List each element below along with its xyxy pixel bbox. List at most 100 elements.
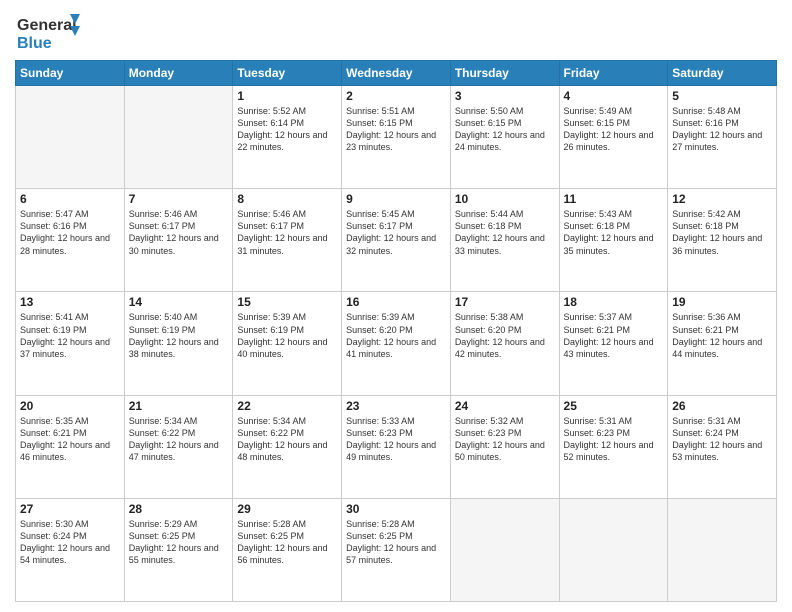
- day-detail: Sunrise: 5:44 AM Sunset: 6:18 PM Dayligh…: [455, 208, 555, 257]
- day-detail: Sunrise: 5:39 AM Sunset: 6:20 PM Dayligh…: [346, 311, 446, 360]
- calendar-cell: 28 Sunrise: 5:29 AM Sunset: 6:25 PM Dayli…: [124, 498, 233, 601]
- day-number: 28: [129, 502, 229, 516]
- logo-svg: GeneralBlue: [15, 10, 85, 52]
- calendar-cell: 11 Sunrise: 5:43 AM Sunset: 6:18 PM Dayli…: [559, 189, 668, 292]
- day-number: 1: [237, 89, 337, 103]
- col-header-tuesday: Tuesday: [233, 61, 342, 86]
- day-number: 27: [20, 502, 120, 516]
- day-detail: Sunrise: 5:49 AM Sunset: 6:15 PM Dayligh…: [564, 105, 664, 154]
- day-detail: Sunrise: 5:28 AM Sunset: 6:25 PM Dayligh…: [346, 518, 446, 567]
- calendar-cell: [559, 498, 668, 601]
- day-number: 4: [564, 89, 664, 103]
- calendar-cell: 21Sunrise: 5:34 AM Sunset: 6:22 PM Dayli…: [124, 395, 233, 498]
- day-number: 24: [455, 399, 555, 413]
- day-number: 2: [346, 89, 446, 103]
- calendar-cell: 18Sunrise: 5:37 AM Sunset: 6:21 PM Dayli…: [559, 292, 668, 395]
- calendar-cell: 1 Sunrise: 5:52 AM Sunset: 6:14 PM Daylig…: [233, 86, 342, 189]
- calendar-cell: 25 Sunrise: 5:31 AM Sunset: 6:23 PM Dayli…: [559, 395, 668, 498]
- week-row-0: 1 Sunrise: 5:52 AM Sunset: 6:14 PM Daylig…: [16, 86, 777, 189]
- day-detail: Sunrise: 5:39 AM Sunset: 6:19 PM Dayligh…: [237, 311, 337, 360]
- day-number: 19: [672, 295, 772, 309]
- week-row-2: 13Sunrise: 5:41 AM Sunset: 6:19 PM Dayli…: [16, 292, 777, 395]
- day-number: 26: [672, 399, 772, 413]
- day-detail: Sunrise: 5:36 AM Sunset: 6:21 PM Dayligh…: [672, 311, 772, 360]
- day-number: 25: [564, 399, 664, 413]
- col-header-saturday: Saturday: [668, 61, 777, 86]
- day-number: 16: [346, 295, 446, 309]
- day-detail: Sunrise: 5:32 AM Sunset: 6:23 PM Dayligh…: [455, 415, 555, 464]
- calendar-table: SundayMondayTuesdayWednesdayThursdayFrid…: [15, 60, 777, 602]
- calendar-cell: 12 Sunrise: 5:42 AM Sunset: 6:18 PM Dayli…: [668, 189, 777, 292]
- calendar-cell: 24 Sunrise: 5:32 AM Sunset: 6:23 PM Dayli…: [450, 395, 559, 498]
- day-detail: Sunrise: 5:48 AM Sunset: 6:16 PM Dayligh…: [672, 105, 772, 154]
- calendar-cell: [668, 498, 777, 601]
- calendar-cell: 27 Sunrise: 5:30 AM Sunset: 6:24 PM Dayli…: [16, 498, 125, 601]
- page: GeneralBlue SundayMondayTuesdayWednesday…: [0, 0, 792, 612]
- day-detail: Sunrise: 5:46 AM Sunset: 6:17 PM Dayligh…: [237, 208, 337, 257]
- calendar-cell: 16 Sunrise: 5:39 AM Sunset: 6:20 PM Dayli…: [342, 292, 451, 395]
- day-number: 6: [20, 192, 120, 206]
- header: GeneralBlue: [15, 10, 777, 52]
- calendar-cell: 23 Sunrise: 5:33 AM Sunset: 6:23 PM Dayli…: [342, 395, 451, 498]
- day-number: 22: [237, 399, 337, 413]
- day-number: 17: [455, 295, 555, 309]
- day-detail: Sunrise: 5:34 AM Sunset: 6:22 PM Dayligh…: [237, 415, 337, 464]
- calendar-cell: 29 Sunrise: 5:28 AM Sunset: 6:25 PM Dayli…: [233, 498, 342, 601]
- calendar-cell: 8 Sunrise: 5:46 AM Sunset: 6:17 PM Daylig…: [233, 189, 342, 292]
- col-header-monday: Monday: [124, 61, 233, 86]
- calendar-cell: [16, 86, 125, 189]
- calendar-cell: [450, 498, 559, 601]
- day-detail: Sunrise: 5:52 AM Sunset: 6:14 PM Dayligh…: [237, 105, 337, 154]
- calendar-cell: 17 Sunrise: 5:38 AM Sunset: 6:20 PM Dayli…: [450, 292, 559, 395]
- calendar-cell: 5 Sunrise: 5:48 AM Sunset: 6:16 PM Daylig…: [668, 86, 777, 189]
- day-detail: Sunrise: 5:50 AM Sunset: 6:15 PM Dayligh…: [455, 105, 555, 154]
- header-row: SundayMondayTuesdayWednesdayThursdayFrid…: [16, 61, 777, 86]
- calendar-cell: 22 Sunrise: 5:34 AM Sunset: 6:22 PM Dayli…: [233, 395, 342, 498]
- day-number: 15: [237, 295, 337, 309]
- col-header-sunday: Sunday: [16, 61, 125, 86]
- calendar-cell: 10Sunrise: 5:44 AM Sunset: 6:18 PM Dayli…: [450, 189, 559, 292]
- day-number: 11: [564, 192, 664, 206]
- day-number: 12: [672, 192, 772, 206]
- day-number: 5: [672, 89, 772, 103]
- day-detail: Sunrise: 5:34 AM Sunset: 6:22 PM Dayligh…: [129, 415, 229, 464]
- col-header-thursday: Thursday: [450, 61, 559, 86]
- day-detail: Sunrise: 5:35 AM Sunset: 6:21 PM Dayligh…: [20, 415, 120, 464]
- day-number: 3: [455, 89, 555, 103]
- logo: GeneralBlue: [15, 10, 85, 52]
- day-detail: Sunrise: 5:42 AM Sunset: 6:18 PM Dayligh…: [672, 208, 772, 257]
- day-detail: Sunrise: 5:40 AM Sunset: 6:19 PM Dayligh…: [129, 311, 229, 360]
- day-detail: Sunrise: 5:29 AM Sunset: 6:25 PM Dayligh…: [129, 518, 229, 567]
- calendar-cell: 20Sunrise: 5:35 AM Sunset: 6:21 PM Dayli…: [16, 395, 125, 498]
- col-header-friday: Friday: [559, 61, 668, 86]
- calendar-cell: 7Sunrise: 5:46 AM Sunset: 6:17 PM Daylig…: [124, 189, 233, 292]
- calendar-cell: 2Sunrise: 5:51 AM Sunset: 6:15 PM Daylig…: [342, 86, 451, 189]
- day-detail: Sunrise: 5:45 AM Sunset: 6:17 PM Dayligh…: [346, 208, 446, 257]
- svg-text:General: General: [17, 17, 77, 34]
- day-detail: Sunrise: 5:38 AM Sunset: 6:20 PM Dayligh…: [455, 311, 555, 360]
- day-detail: Sunrise: 5:33 AM Sunset: 6:23 PM Dayligh…: [346, 415, 446, 464]
- week-row-4: 27 Sunrise: 5:30 AM Sunset: 6:24 PM Dayli…: [16, 498, 777, 601]
- calendar-cell: 26 Sunrise: 5:31 AM Sunset: 6:24 PM Dayli…: [668, 395, 777, 498]
- week-row-3: 20Sunrise: 5:35 AM Sunset: 6:21 PM Dayli…: [16, 395, 777, 498]
- day-detail: Sunrise: 5:47 AM Sunset: 6:16 PM Dayligh…: [20, 208, 120, 257]
- week-row-1: 6 Sunrise: 5:47 AM Sunset: 6:16 PM Daylig…: [16, 189, 777, 292]
- day-detail: Sunrise: 5:31 AM Sunset: 6:23 PM Dayligh…: [564, 415, 664, 464]
- calendar-cell: 9Sunrise: 5:45 AM Sunset: 6:17 PM Daylig…: [342, 189, 451, 292]
- col-header-wednesday: Wednesday: [342, 61, 451, 86]
- calendar-cell: 6 Sunrise: 5:47 AM Sunset: 6:16 PM Daylig…: [16, 189, 125, 292]
- day-detail: Sunrise: 5:43 AM Sunset: 6:18 PM Dayligh…: [564, 208, 664, 257]
- calendar-cell: 30Sunrise: 5:28 AM Sunset: 6:25 PM Dayli…: [342, 498, 451, 601]
- day-detail: Sunrise: 5:31 AM Sunset: 6:24 PM Dayligh…: [672, 415, 772, 464]
- day-detail: Sunrise: 5:46 AM Sunset: 6:17 PM Dayligh…: [129, 208, 229, 257]
- day-number: 29: [237, 502, 337, 516]
- day-detail: Sunrise: 5:30 AM Sunset: 6:24 PM Dayligh…: [20, 518, 120, 567]
- calendar-cell: 13Sunrise: 5:41 AM Sunset: 6:19 PM Dayli…: [16, 292, 125, 395]
- day-number: 14: [129, 295, 229, 309]
- day-number: 8: [237, 192, 337, 206]
- day-detail: Sunrise: 5:28 AM Sunset: 6:25 PM Dayligh…: [237, 518, 337, 567]
- day-number: 23: [346, 399, 446, 413]
- calendar-cell: 3 Sunrise: 5:50 AM Sunset: 6:15 PM Daylig…: [450, 86, 559, 189]
- calendar-cell: [124, 86, 233, 189]
- calendar-cell: 15 Sunrise: 5:39 AM Sunset: 6:19 PM Dayli…: [233, 292, 342, 395]
